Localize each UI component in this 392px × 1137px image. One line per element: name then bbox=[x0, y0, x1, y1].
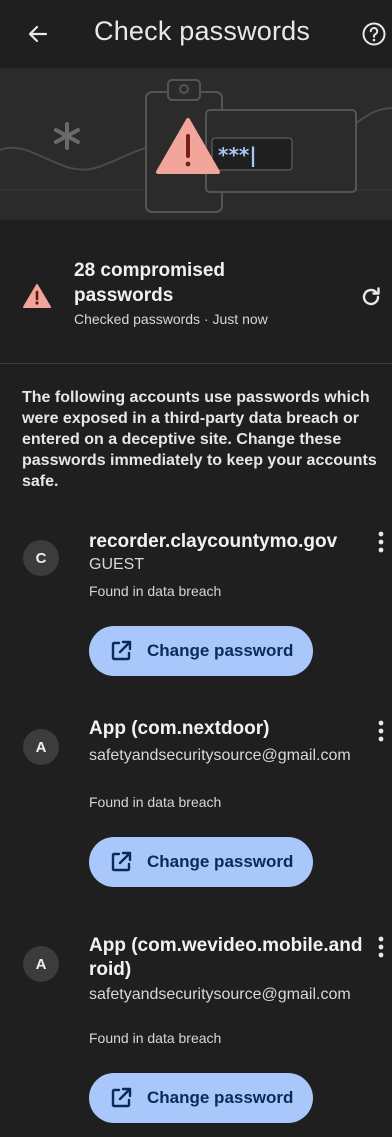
back-button[interactable] bbox=[18, 14, 58, 54]
more-options-button[interactable] bbox=[372, 716, 390, 746]
compromised-password-illustration: ***| bbox=[0, 79, 392, 213]
site-avatar: A bbox=[23, 946, 59, 982]
asterisk-decoration bbox=[54, 122, 80, 150]
site-avatar: C bbox=[23, 540, 59, 576]
open-external-icon bbox=[111, 1087, 132, 1108]
more-options-button[interactable] bbox=[372, 527, 390, 557]
change-password-button[interactable]: Change password bbox=[89, 837, 313, 887]
open-external-icon bbox=[111, 640, 132, 661]
section-divider bbox=[0, 363, 392, 364]
change-password-button[interactable]: Change password bbox=[89, 626, 313, 676]
username: GUEST bbox=[89, 556, 145, 573]
arrow-left-icon bbox=[28, 25, 48, 43]
site-avatar: A bbox=[23, 729, 59, 765]
breach-status: Found in data breach bbox=[89, 794, 222, 810]
site-name[interactable]: recorder.claycountymo.gov bbox=[89, 530, 364, 554]
change-password-label: Change password bbox=[147, 852, 294, 871]
warning-triangle-icon bbox=[22, 283, 52, 309]
site-name[interactable]: App (com.nextdoor) bbox=[89, 717, 364, 741]
help-button[interactable] bbox=[356, 16, 392, 52]
help-circle-icon bbox=[362, 22, 386, 46]
refresh-icon bbox=[362, 287, 380, 306]
password-mask-text: ***| bbox=[218, 143, 257, 167]
more-vert-icon bbox=[378, 531, 384, 553]
refresh-button[interactable] bbox=[354, 280, 388, 314]
username: safetyandsecuritysource@gmail.com bbox=[89, 986, 351, 1003]
username: safetyandsecuritysource@gmail.com bbox=[89, 747, 351, 764]
top-app-bar: Check passwords bbox=[0, 0, 392, 68]
more-options-button[interactable] bbox=[372, 932, 390, 962]
change-password-label: Change password bbox=[147, 1088, 294, 1107]
breach-status: Found in data breach bbox=[89, 1030, 222, 1046]
more-vert-icon bbox=[378, 720, 384, 742]
site-name[interactable]: App (com.wevideo.mobile.android) bbox=[89, 934, 364, 982]
change-password-label: Change password bbox=[147, 641, 294, 660]
page-title: Check passwords bbox=[94, 16, 311, 46]
open-external-icon bbox=[111, 851, 132, 872]
breach-description: The following accounts use passwords whi… bbox=[22, 389, 377, 490]
compromised-count-title: 28 compromised passwords bbox=[74, 260, 225, 306]
last-checked-text: Checked passwords · Just now bbox=[74, 311, 268, 327]
change-password-button[interactable]: Change password bbox=[89, 1073, 313, 1123]
more-vert-icon bbox=[378, 936, 384, 958]
hero-illustration: ***| bbox=[0, 68, 392, 220]
breach-status: Found in data breach bbox=[89, 583, 222, 599]
